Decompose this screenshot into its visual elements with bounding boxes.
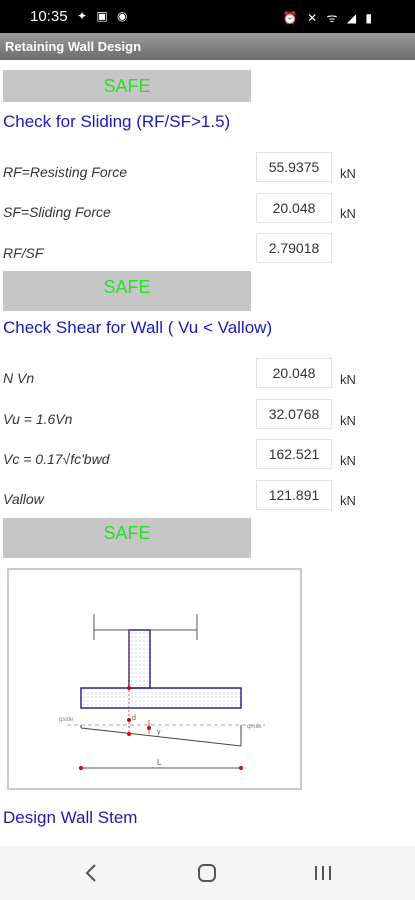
status-time: 10:35: [30, 8, 68, 25]
sliding-safe-badge: SAFE: [3, 70, 251, 102]
point-c: [147, 726, 151, 730]
vallow-label: Vallow: [3, 491, 44, 507]
rf-unit: kN: [340, 166, 356, 181]
vu-label: Vu = 1.6Vn: [3, 411, 73, 427]
app-title: Retaining Wall Design: [5, 39, 142, 54]
vallow-value-field[interactable]: 121.891: [256, 480, 332, 510]
wall-stem: [128, 629, 151, 689]
third-safe-badge: SAFE: [3, 518, 251, 558]
notification-icons: ✦ ▣ ◉: [77, 9, 131, 23]
wall-stem-diagram: qside qmax d y L: [7, 568, 302, 790]
n-vn-label: N Vn: [3, 370, 35, 386]
diagram-svg: qside qmax d y L: [7, 568, 302, 790]
home-button[interactable]: [192, 860, 222, 886]
app-title-bar: Retaining Wall Design: [0, 33, 415, 60]
vu-value-field[interactable]: 32.0768: [256, 399, 332, 429]
rf-sf-value-field[interactable]: 2.79018: [256, 233, 332, 263]
recents-icon: [315, 866, 331, 880]
sliding-heading: Check for Sliding (RF/SF>1.5): [3, 112, 231, 131]
back-button[interactable]: [77, 860, 107, 886]
vc-label: Vc = 0.17√fc'bwd: [3, 451, 110, 467]
point-stem-base: [127, 686, 131, 690]
n-vn-value-field[interactable]: 20.048: [256, 358, 332, 388]
wall-footing: [80, 687, 242, 709]
recents-button[interactable]: [308, 860, 338, 886]
diagram-frame: [7, 568, 302, 790]
label-right: qmax: [247, 724, 262, 730]
label-y: y: [157, 729, 161, 736]
label-L: L: [157, 758, 162, 767]
vu-unit: kN: [340, 413, 356, 428]
sf-unit: kN: [340, 206, 356, 221]
design-wall-stem-link[interactable]: Design Wall Stem: [3, 808, 137, 828]
shear-heading: Check Shear for Wall ( Vu < Vallow): [3, 318, 273, 337]
shear-safe-badge: SAFE: [3, 271, 251, 311]
label-d: d: [132, 715, 136, 722]
navigation-bar: [0, 846, 415, 900]
vc-unit: kN: [340, 453, 356, 468]
n-vn-unit: kN: [340, 372, 356, 387]
point-a: [127, 718, 131, 722]
home-icon: [198, 864, 216, 882]
vallow-unit: kN: [340, 493, 356, 508]
system-icons: ⏰ ✕ ᯤ ◢ ▮: [282, 11, 375, 25]
rf-sf-label: RF/SF: [3, 245, 44, 261]
point-b: [127, 732, 131, 736]
sf-value-field[interactable]: 20.048: [256, 193, 332, 223]
rf-label: RF=Resisting Force: [3, 164, 128, 180]
rf-value-field[interactable]: 55.9375: [256, 152, 332, 182]
vc-value-field[interactable]: 162.521: [256, 439, 332, 469]
label-left: qside: [59, 717, 74, 723]
back-icon: [85, 864, 96, 882]
sf-label: SF=Sliding Force: [3, 204, 111, 220]
status-bar: 10:35 ✦ ▣ ◉ ⏰ ✕ ᯤ ◢ ▮: [0, 0, 415, 33]
